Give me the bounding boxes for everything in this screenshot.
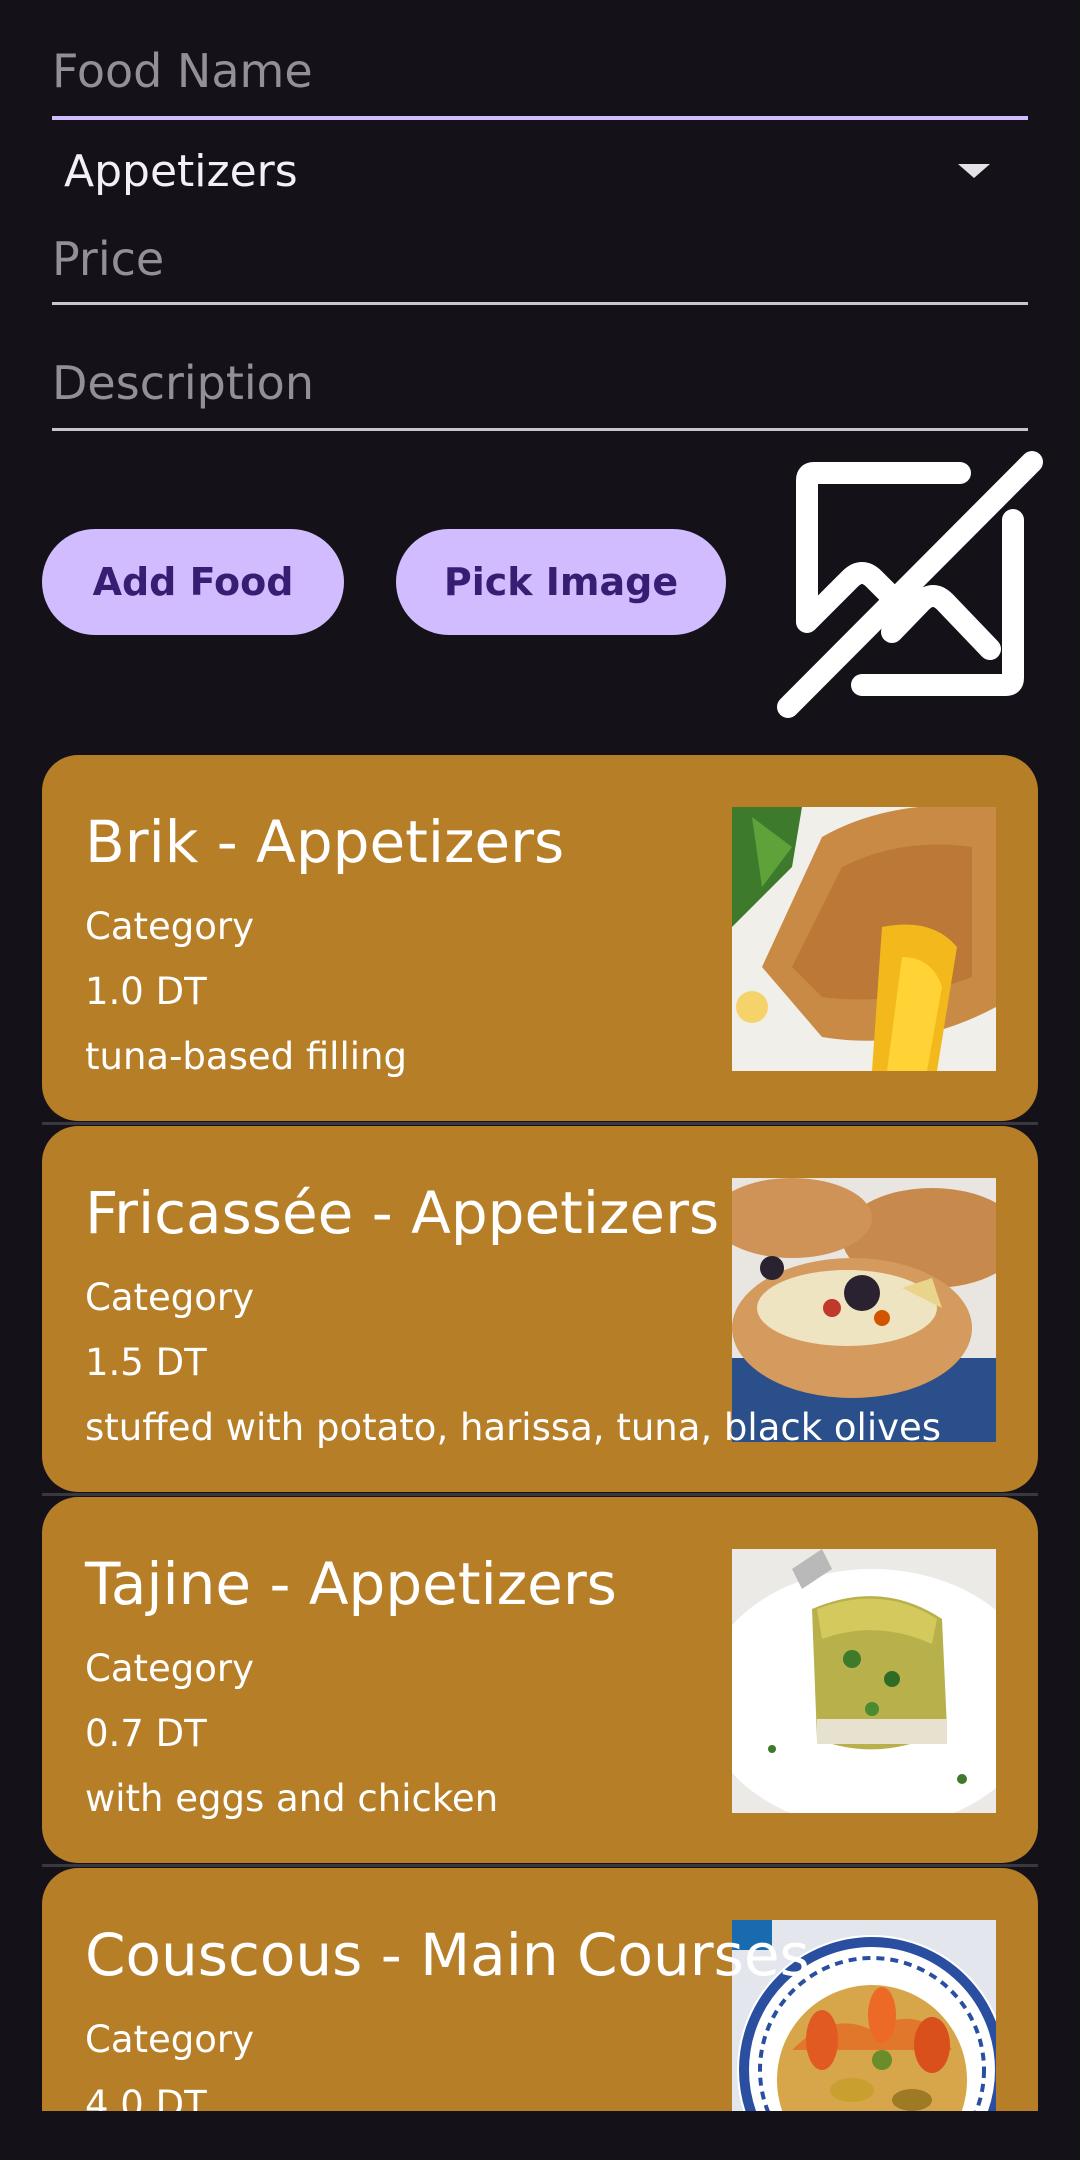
- food-description: stuffed with potato, harissa, tuna, blac…: [85, 1406, 942, 1449]
- category-dropdown-value: Appetizers: [64, 145, 298, 197]
- price-input[interactable]: [52, 232, 1028, 286]
- description-field[interactable]: [52, 356, 1028, 431]
- food-title: Fricassée - Appetizers: [85, 1179, 720, 1247]
- list-divider: [42, 1122, 1038, 1125]
- food-image: [732, 807, 996, 1071]
- pick-image-button[interactable]: Pick Image: [396, 529, 726, 635]
- food-image: [732, 1549, 996, 1813]
- food-title: Brik - Appetizers: [85, 808, 565, 876]
- food-description: tuna-based filling: [85, 1035, 407, 1078]
- description-input[interactable]: [52, 356, 1028, 410]
- food-name-input[interactable]: [52, 44, 1028, 98]
- food-category: Category: [85, 1276, 255, 1319]
- food-description: with eggs and chicken: [85, 1777, 499, 1820]
- list-divider: [42, 1864, 1038, 1867]
- price-field[interactable]: [52, 232, 1028, 305]
- food-category: Category: [85, 905, 255, 948]
- food-price: 4.0 DT: [85, 2083, 207, 2111]
- add-food-button[interactable]: Add Food: [42, 529, 344, 635]
- hide-image-icon: [770, 442, 1050, 722]
- category-dropdown[interactable]: Appetizers: [52, 140, 1028, 202]
- food-title: Tajine - Appetizers: [85, 1550, 617, 1618]
- food-list[interactable]: Brik - Appetizers Category 1.0 DT tuna-b…: [42, 755, 1038, 2111]
- food-price: 1.0 DT: [85, 970, 207, 1013]
- food-title: Couscous - Main Courses: [85, 1921, 810, 1989]
- food-card[interactable]: Fricassée - Appetizers Category 1.5 DT s…: [42, 1126, 1038, 1492]
- list-divider: [42, 1493, 1038, 1496]
- food-card[interactable]: Couscous - Main Courses Category 4.0 DT: [42, 1868, 1038, 2111]
- food-image: [732, 1178, 996, 1442]
- food-category: Category: [85, 1647, 255, 1690]
- food-price: 0.7 DT: [85, 1712, 207, 1755]
- food-name-field[interactable]: [52, 44, 1028, 120]
- food-price: 1.5 DT: [85, 1341, 207, 1384]
- food-category: Category: [85, 2018, 255, 2061]
- food-card[interactable]: Brik - Appetizers Category 1.0 DT tuna-b…: [42, 755, 1038, 1121]
- dropdown-arrow-icon: [958, 164, 990, 178]
- food-card[interactable]: Tajine - Appetizers Category 0.7 DT with…: [42, 1497, 1038, 1863]
